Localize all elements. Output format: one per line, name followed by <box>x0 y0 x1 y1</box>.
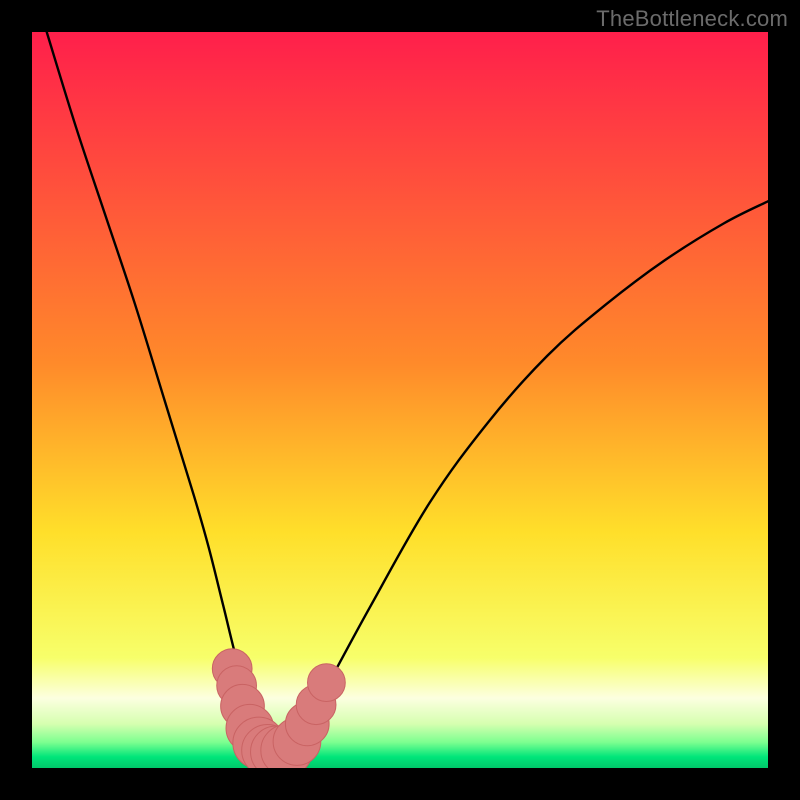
curve-marker <box>308 664 346 702</box>
plot-area <box>32 32 768 768</box>
watermark-text: TheBottleneck.com <box>596 6 788 32</box>
chart-svg <box>32 32 768 768</box>
chart-frame: TheBottleneck.com <box>0 0 800 800</box>
gradient-background <box>32 32 768 768</box>
